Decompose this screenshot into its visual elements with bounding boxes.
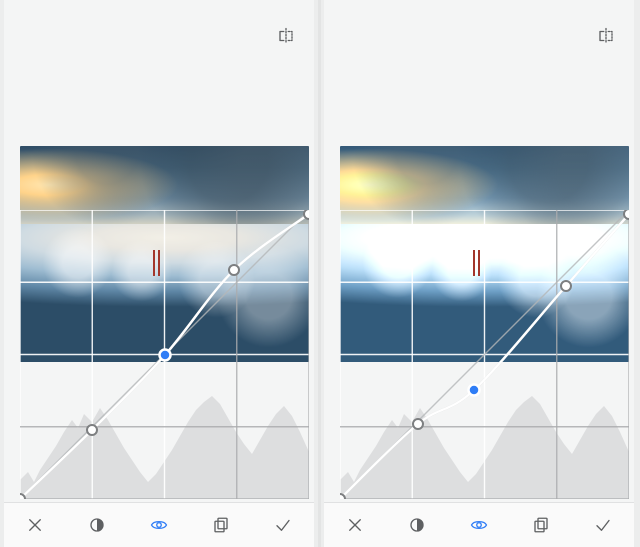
styles-button[interactable] — [204, 508, 238, 542]
check-icon — [273, 516, 293, 534]
flip-horizontal-icon[interactable] — [276, 26, 296, 46]
styles-button[interactable] — [524, 508, 558, 542]
curve-point[interactable] — [229, 265, 239, 275]
panel-divider — [318, 0, 321, 547]
curves-button[interactable] — [142, 508, 176, 542]
close-icon — [346, 516, 364, 534]
bottom-toolbar — [324, 502, 634, 547]
curve-point[interactable] — [624, 210, 629, 219]
curve-point[interactable] — [160, 350, 171, 361]
apply-button[interactable] — [266, 508, 300, 542]
curves-eye-icon — [468, 516, 490, 534]
curve-point[interactable] — [413, 419, 423, 429]
contrast-button[interactable] — [400, 508, 434, 542]
flip-horizontal-icon[interactable] — [596, 26, 616, 46]
comparison-stage — [0, 0, 640, 547]
curve-point[interactable] — [561, 281, 571, 291]
bottom-toolbar — [4, 502, 314, 547]
curves-button[interactable] — [462, 508, 496, 542]
close-icon — [26, 516, 44, 534]
curves-editor[interactable] — [340, 210, 629, 499]
curve-point[interactable] — [469, 385, 480, 396]
close-button[interactable] — [338, 508, 372, 542]
cards-icon — [532, 516, 550, 534]
editor-screen-left — [4, 0, 314, 547]
contrast-icon — [88, 516, 106, 534]
curve-point[interactable] — [304, 210, 309, 219]
contrast-icon — [408, 516, 426, 534]
cards-icon — [212, 516, 230, 534]
curves-eye-icon — [148, 516, 170, 534]
close-button[interactable] — [18, 508, 52, 542]
editor-screen-right — [324, 0, 634, 547]
contrast-button[interactable] — [80, 508, 114, 542]
check-icon — [593, 516, 613, 534]
apply-button[interactable] — [586, 508, 620, 542]
curve-point[interactable] — [87, 425, 97, 435]
curves-editor[interactable] — [20, 210, 309, 499]
